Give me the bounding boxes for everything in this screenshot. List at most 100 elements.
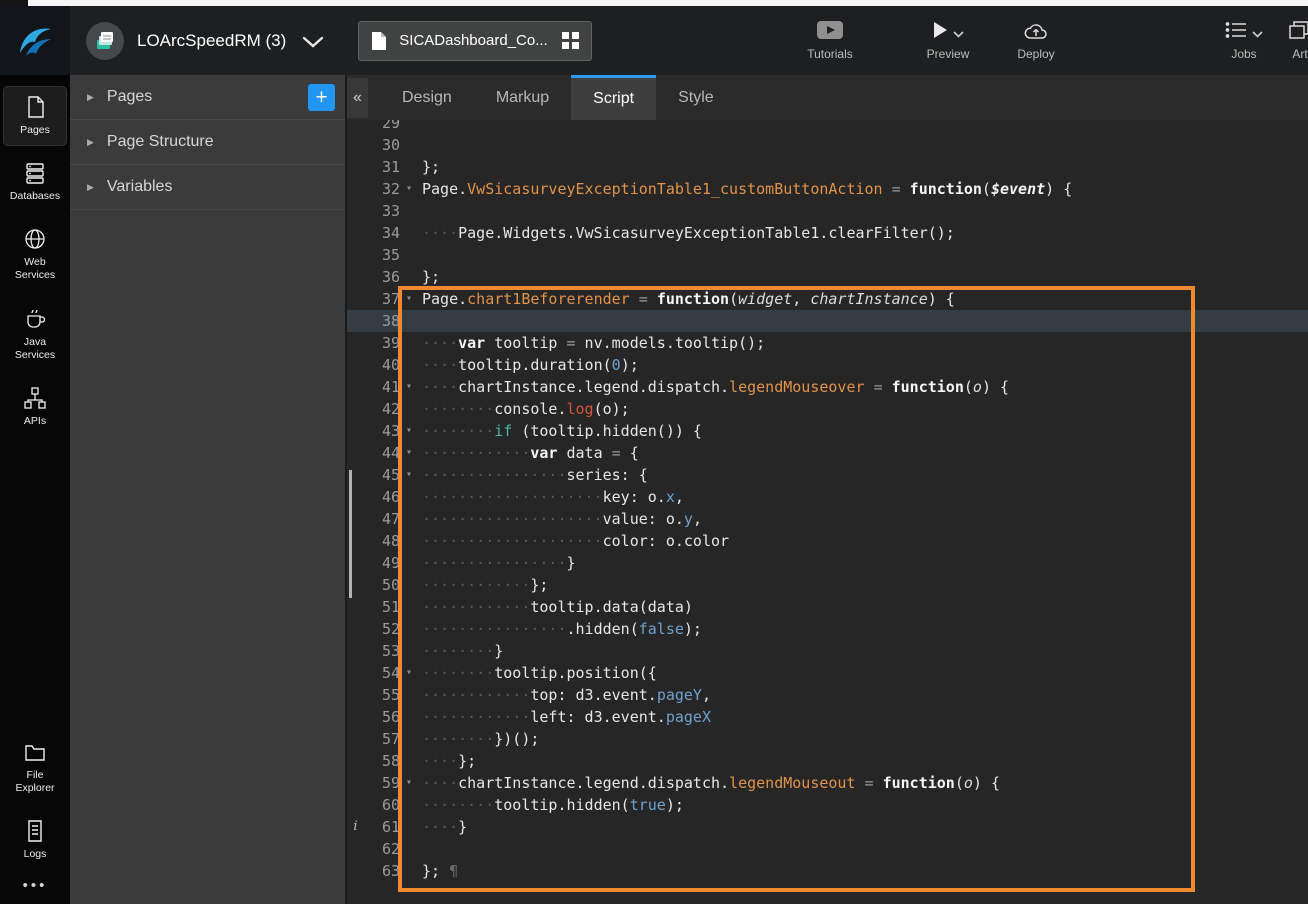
code-text: ············top: d3.event.pageY,: [418, 684, 711, 706]
code-line[interactable]: 49················}: [347, 552, 1308, 574]
code-line[interactable]: 42········console.log(o);: [347, 398, 1308, 420]
line-number: 33: [364, 200, 400, 222]
chevron-right-icon: ▶: [87, 92, 94, 103]
gutter-fold-cell: [400, 354, 418, 376]
fold-arrow-icon[interactable]: ▾: [400, 662, 418, 684]
code-line[interactable]: 59▾····chartInstance.legend.dispatch.leg…: [347, 772, 1308, 794]
wavemaker-logo[interactable]: [0, 6, 70, 75]
tab-script[interactable]: Script: [571, 75, 656, 120]
rail-item-databases[interactable]: Databases: [4, 153, 66, 211]
code-line[interactable]: 48····················color: o.color: [347, 530, 1308, 552]
page-tab[interactable]: SICADashboard_Co...: [358, 21, 591, 61]
gutter-info-cell: [347, 684, 364, 706]
collapse-panel-button[interactable]: «: [347, 78, 368, 118]
page-structure-label: Page Structure: [107, 133, 214, 151]
code-line[interactable]: 45▾················series: {: [347, 464, 1308, 486]
code-line[interactable]: 47····················value: o.y,: [347, 508, 1308, 530]
code-line[interactable]: 62: [347, 838, 1308, 860]
pages-section-header[interactable]: ▶ Pages +: [70, 75, 345, 120]
artifacts-button[interactable]: Art: [1278, 20, 1308, 61]
tab-design[interactable]: Design: [380, 75, 474, 120]
fold-arrow-icon[interactable]: ▾: [400, 442, 418, 464]
main-area: Pages Databases Web Services: [0, 75, 1308, 904]
more-options-button[interactable]: •••: [23, 877, 48, 904]
tutorials-button[interactable]: Tutorials: [800, 20, 860, 61]
code-line[interactable]: 63}; ¶: [347, 860, 1308, 882]
code-line[interactable]: 40····tooltip.duration(0);: [347, 354, 1308, 376]
code-line[interactable]: 55············top: d3.event.pageY,: [347, 684, 1308, 706]
code-text: ····};: [418, 750, 476, 772]
gutter-fold-cell: [400, 728, 418, 750]
fold-arrow-icon[interactable]: ▾: [400, 464, 418, 486]
chevron-down-icon[interactable]: [1252, 31, 1263, 38]
code-line[interactable]: 43▾········if (tooltip.hidden()) {: [347, 420, 1308, 442]
code-line[interactable]: 44▾············var data = {: [347, 442, 1308, 464]
code-line[interactable]: 29: [347, 120, 1308, 134]
line-number: 53: [364, 640, 400, 662]
rail-item-web-services[interactable]: Web Services: [4, 219, 66, 290]
info-marker-icon[interactable]: i: [347, 816, 364, 838]
rail-item-java-services[interactable]: Java Services: [4, 299, 66, 370]
fold-arrow-icon[interactable]: ▾: [400, 376, 418, 398]
rail-item-file-explorer[interactable]: File Explorer: [4, 732, 66, 803]
code-line[interactable]: 52················.hidden(false);: [347, 618, 1308, 640]
whitespace-dots: ····: [422, 774, 458, 792]
collapse-icon: «: [353, 89, 362, 107]
code-line[interactable]: i61····}: [347, 816, 1308, 838]
rail-item-pages[interactable]: Pages: [4, 87, 66, 145]
rail-item-logs[interactable]: Logs: [4, 811, 66, 869]
code-line[interactable]: 39····var tooltip = nv.models.tooltip();: [347, 332, 1308, 354]
jobs-button[interactable]: Jobs: [1214, 20, 1274, 61]
gutter-fold-cell: [400, 486, 418, 508]
deploy-button[interactable]: Deploy: [1006, 20, 1066, 61]
code-line[interactable]: 30: [347, 134, 1308, 156]
whitespace-dots: ····················: [422, 532, 603, 550]
tab-markup[interactable]: Markup: [474, 75, 571, 120]
gutter-info-cell: [347, 354, 364, 376]
rail-item-apis[interactable]: APIs: [4, 378, 66, 436]
code-line[interactable]: 34····Page.Widgets.VwSicasurveyException…: [347, 222, 1308, 244]
fold-arrow-icon[interactable]: ▾: [400, 178, 418, 200]
code-line[interactable]: 53········}: [347, 640, 1308, 662]
code-line[interactable]: 33: [347, 200, 1308, 222]
code-line[interactable]: 41▾····chartInstance.legend.dispatch.leg…: [347, 376, 1308, 398]
panel-resize-handle[interactable]: [349, 470, 352, 598]
preview-button[interactable]: Preview: [918, 20, 978, 61]
code-line[interactable]: 36};: [347, 266, 1308, 288]
code-line[interactable]: 56············left: d3.event.pageX: [347, 706, 1308, 728]
code-line[interactable]: 50············};: [347, 574, 1308, 596]
code-line[interactable]: 31};: [347, 156, 1308, 178]
code-line[interactable]: 32▾Page.VwSicasurveyExceptionTable1_cust…: [347, 178, 1308, 200]
grid-icon[interactable]: [562, 32, 579, 49]
code-line[interactable]: 60········tooltip.hidden(true);: [347, 794, 1308, 816]
add-page-button[interactable]: +: [308, 84, 335, 111]
code-text: }; ¶: [418, 860, 458, 882]
code-line[interactable]: 58····};: [347, 750, 1308, 772]
variables-section[interactable]: ▶ Variables: [70, 165, 345, 210]
artifacts-label: Art: [1292, 47, 1307, 61]
code-text: ····chartInstance.legend.dispatch.legend…: [418, 376, 1009, 398]
code-line[interactable]: 37▾Page.chart1Beforerender = function(wi…: [347, 288, 1308, 310]
whitespace-dots: ····: [422, 334, 458, 352]
chevron-down-icon[interactable]: [953, 31, 964, 38]
gutter-fold-cell: [400, 156, 418, 178]
line-number: 36: [364, 266, 400, 288]
fold-arrow-icon[interactable]: ▾: [400, 288, 418, 310]
code-line[interactable]: 35: [347, 244, 1308, 266]
fold-arrow-icon[interactable]: ▾: [400, 772, 418, 794]
gutter-info-cell: [347, 442, 364, 464]
code-line[interactable]: 57········})();: [347, 728, 1308, 750]
project-selector[interactable]: LOArcSpeedRM (3): [86, 22, 324, 60]
gutter-info-cell: [347, 288, 364, 310]
fold-arrow-icon[interactable]: ▾: [400, 420, 418, 442]
page-structure-section[interactable]: ▶ Page Structure: [70, 120, 345, 165]
code-line[interactable]: 51············tooltip.data(data): [347, 596, 1308, 618]
code-editor[interactable]: 293031};32▾Page.VwSicasurveyExceptionTab…: [347, 120, 1308, 904]
code-line[interactable]: 54▾········tooltip.position({: [347, 662, 1308, 684]
variables-section-label: Variables: [107, 178, 173, 196]
logs-icon: [23, 819, 47, 843]
tab-style[interactable]: Style: [656, 75, 736, 120]
code-line[interactable]: 38: [347, 310, 1308, 332]
code-line[interactable]: 46····················key: o.x,: [347, 486, 1308, 508]
code-text: ····················color: o.color: [418, 530, 729, 552]
